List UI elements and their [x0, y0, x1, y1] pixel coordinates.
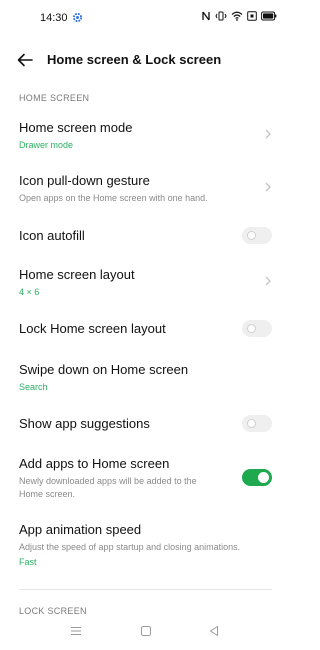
nfc-icon — [202, 11, 210, 21]
row-title: Show app suggestions — [19, 416, 150, 431]
row-home-screen-layout[interactable]: Home screen layout 4 × 6 — [0, 267, 291, 303]
row-description: Open apps on the Home screen with one ha… — [19, 193, 208, 203]
vibrate-icon — [215, 11, 227, 21]
settings-gear-icon — [72, 12, 83, 23]
navigation-bar — [0, 615, 291, 650]
back-arrow-icon[interactable] — [16, 51, 34, 69]
chevron-right-icon — [265, 276, 271, 286]
toggle-knob — [247, 419, 256, 428]
battery-icon — [261, 11, 277, 21]
screen-record-icon — [247, 11, 257, 21]
wifi-icon — [231, 11, 243, 21]
status-icons — [201, 11, 277, 21]
row-title: Lock Home screen layout — [19, 321, 166, 336]
row-app-animation-speed[interactable]: App animation speed Adjust the speed of … — [0, 522, 291, 570]
toggle-knob — [247, 231, 256, 240]
row-value: Fast — [19, 557, 37, 567]
back-triangle-icon[interactable] — [208, 625, 220, 637]
page-title: Home screen & Lock screen — [47, 52, 222, 67]
status-bar: 14:30 — [0, 0, 291, 36]
row-icon-pull-down-gesture[interactable]: Icon pull-down gesture Open apps on the … — [0, 173, 291, 209]
row-title: Swipe down on Home screen — [19, 362, 189, 377]
row-title: Icon pull-down gesture — [19, 173, 150, 188]
add-apps-toggle[interactable] — [242, 469, 272, 486]
row-description: Newly downloaded apps will be added to t… — [19, 476, 197, 499]
row-value: Drawer mode — [19, 140, 74, 150]
row-value: 4 × 6 — [19, 287, 40, 297]
row-title: Home screen layout — [19, 267, 135, 282]
status-time: 14:30 — [40, 12, 68, 24]
app-suggestions-toggle[interactable] — [242, 415, 272, 432]
row-description: Adjust the speed of app startup and clos… — [19, 542, 241, 552]
icon-autofill-toggle[interactable] — [242, 227, 272, 244]
menu-icon[interactable] — [70, 625, 82, 637]
home-icon[interactable] — [140, 625, 152, 637]
row-icon-autofill: Icon autofill — [0, 227, 291, 247]
lock-layout-toggle[interactable] — [242, 320, 272, 337]
row-lock-home-screen-layout: Lock Home screen layout — [0, 320, 291, 340]
row-home-screen-mode[interactable]: Home screen mode Drawer mode — [0, 120, 291, 156]
row-show-app-suggestions: Show app suggestions — [0, 415, 291, 435]
toggle-knob — [258, 472, 269, 483]
header: Home screen & Lock screen — [0, 42, 291, 78]
row-title: App animation speed — [19, 522, 142, 537]
row-add-apps: Add apps to Home screen Newly downloaded… — [0, 456, 291, 502]
row-title: Icon autofill — [19, 228, 85, 243]
section-header-home-screen: HOME SCREEN — [19, 93, 90, 103]
row-value: Search — [19, 382, 48, 392]
chevron-right-icon — [265, 182, 271, 192]
row-title: Add apps to Home screen — [19, 456, 170, 471]
toggle-knob — [247, 324, 256, 333]
row-swipe-down[interactable]: Swipe down on Home screen Search — [0, 362, 291, 398]
chevron-right-icon — [265, 129, 271, 139]
row-title: Home screen mode — [19, 120, 133, 135]
divider — [19, 589, 272, 590]
